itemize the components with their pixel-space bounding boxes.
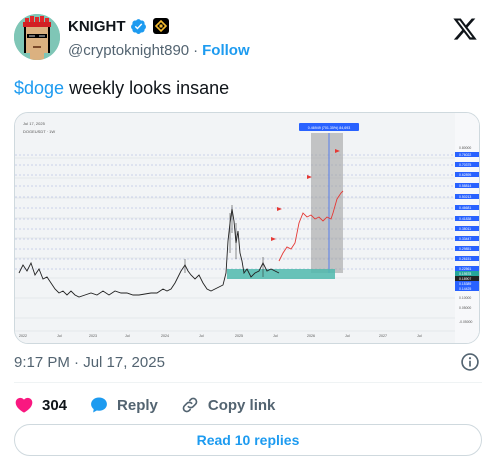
price-label: 0.50213: [459, 195, 471, 199]
date-label: 2022: [19, 334, 27, 338]
date-label: Jul: [57, 334, 62, 338]
date-label: 2025: [235, 334, 243, 338]
follow-button[interactable]: Follow: [202, 42, 250, 59]
tweet-header: KNIGHT @cryptoknight890 · Follow: [14, 14, 482, 66]
chart-image[interactable]: Jul 17, 2025 DOGEUSDT · 1W 0.46949 (701.…: [14, 112, 480, 344]
price-label: 0.10000: [459, 296, 471, 300]
price-label: 0.26151: [459, 257, 471, 261]
separator-dot: ·: [193, 42, 199, 59]
timestamp[interactable]: 9:17 PM · Jul 17, 2025: [14, 354, 165, 371]
verified-badge-icon: [130, 18, 146, 34]
copy-link-label: Copy link: [207, 396, 276, 414]
price-label: 0.46681: [459, 206, 471, 210]
chart-header-line: DOGEUSDT · 1W: [23, 129, 55, 134]
divider: [14, 382, 482, 383]
price-label: 0.76022: [459, 153, 471, 157]
reply-button[interactable]: Reply: [89, 395, 158, 415]
handle-row: @cryptoknight890 · Follow: [68, 42, 250, 59]
tweet-body: weekly looks insane: [64, 78, 230, 98]
chart-svg: Jul 17, 2025 DOGEUSDT · 1W 0.46949 (701.…: [15, 113, 479, 343]
cashtag-link[interactable]: $doge: [14, 78, 64, 98]
date-label: Jul: [417, 334, 422, 338]
date-label: Jul: [199, 334, 204, 338]
price-label: 0.15389: [459, 282, 471, 286]
action-bar: 304 Reply Copy link: [14, 394, 482, 416]
copy-link-button[interactable]: Copy link: [180, 395, 276, 415]
price-label: 0.80000: [459, 146, 471, 150]
tweet-text: $doge weekly looks insane: [14, 76, 229, 100]
price-label: 0.29851: [459, 247, 471, 251]
price-label: 0.70375: [459, 163, 471, 167]
read-replies-button[interactable]: Read 10 replies: [14, 424, 482, 456]
like-button[interactable]: 304: [14, 395, 67, 415]
handle[interactable]: @cryptoknight890: [68, 42, 189, 59]
date-label: Jul: [125, 334, 130, 338]
measure-label: 0.46949 (701.35%) 84,693: [308, 126, 351, 130]
avatar[interactable]: [14, 14, 60, 60]
reply-bubble-icon: [91, 397, 107, 413]
price-label: 0.18907: [459, 277, 471, 281]
projection-range-box: [311, 133, 343, 273]
heart-icon: [15, 397, 33, 413]
price-label: 0.22561: [459, 267, 471, 271]
price-label: 0.05000: [459, 306, 471, 310]
date-label: 2027: [379, 334, 387, 338]
price-label: 0.41838: [459, 217, 471, 221]
x-logo-icon[interactable]: [452, 16, 478, 42]
info-icon[interactable]: [460, 352, 480, 372]
link-icon: [182, 397, 198, 413]
chart-info-line: Jul 17, 2025: [23, 121, 46, 126]
price-label: 0.58814: [459, 184, 471, 188]
date-label: 2026: [307, 334, 315, 338]
price-label: 0.62895: [459, 173, 471, 177]
date-label: Jul: [273, 334, 278, 338]
affiliate-badge-icon[interactable]: [152, 18, 169, 34]
date-label: Jul: [345, 334, 350, 338]
date-label: 2023: [89, 334, 97, 338]
price-label: 0.14425: [459, 287, 471, 291]
name-row: KNIGHT: [68, 16, 169, 36]
like-count: 304: [42, 396, 68, 414]
price-label: 0.19578: [459, 272, 471, 276]
price-label: 0.38011: [459, 227, 471, 231]
display-name[interactable]: KNIGHT: [68, 18, 126, 35]
price-label: 0.33447: [459, 237, 471, 241]
price-label: -0.05000: [459, 320, 472, 324]
reply-label: Reply: [117, 396, 158, 414]
date-label: 2024: [161, 334, 169, 338]
